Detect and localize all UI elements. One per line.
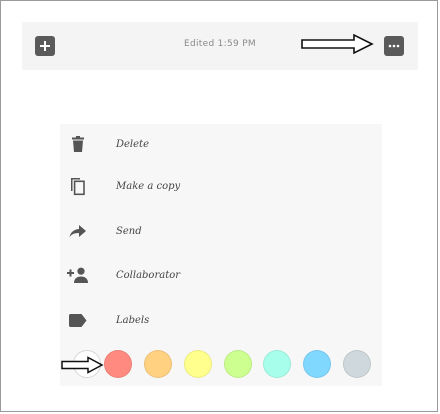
more-options-button[interactable]	[384, 36, 404, 56]
share-icon	[64, 219, 92, 243]
menu-item-label: Make a copy	[116, 180, 181, 192]
menu-item-make-a-copy[interactable]: Make a copy	[60, 166, 382, 206]
color-palette	[60, 348, 382, 382]
menu-item-label: Send	[116, 225, 142, 237]
color-swatch-red[interactable]	[104, 350, 132, 378]
copy-icon	[64, 174, 92, 198]
color-swatch-yellow[interactable]	[184, 350, 212, 378]
menu-item-collaborator[interactable]: Collaborator	[60, 255, 382, 295]
trash-icon	[64, 132, 92, 156]
menu-item-send[interactable]: Send	[60, 211, 382, 251]
annotation-arrow-right-icon	[61, 356, 104, 374]
menu-item-label: Delete	[116, 138, 149, 150]
menu-item-labels[interactable]: Labels	[60, 300, 382, 340]
note-options-menu: Delete Make a copy Send Collaborator Lab…	[60, 124, 382, 386]
menu-item-label: Collaborator	[116, 269, 181, 281]
more-horiz-icon	[388, 44, 400, 48]
annotation-arrow-right-icon	[301, 33, 374, 55]
color-swatch-gray[interactable]	[343, 350, 371, 378]
menu-item-label: Labels	[116, 314, 150, 326]
color-swatch-blue[interactable]	[303, 350, 331, 378]
color-swatch-green[interactable]	[224, 350, 252, 378]
color-swatch-orange[interactable]	[144, 350, 172, 378]
color-swatch-teal[interactable]	[263, 350, 291, 378]
label-icon	[64, 308, 92, 332]
menu-item-delete[interactable]: Delete	[60, 124, 382, 164]
person-add-icon	[64, 263, 92, 287]
